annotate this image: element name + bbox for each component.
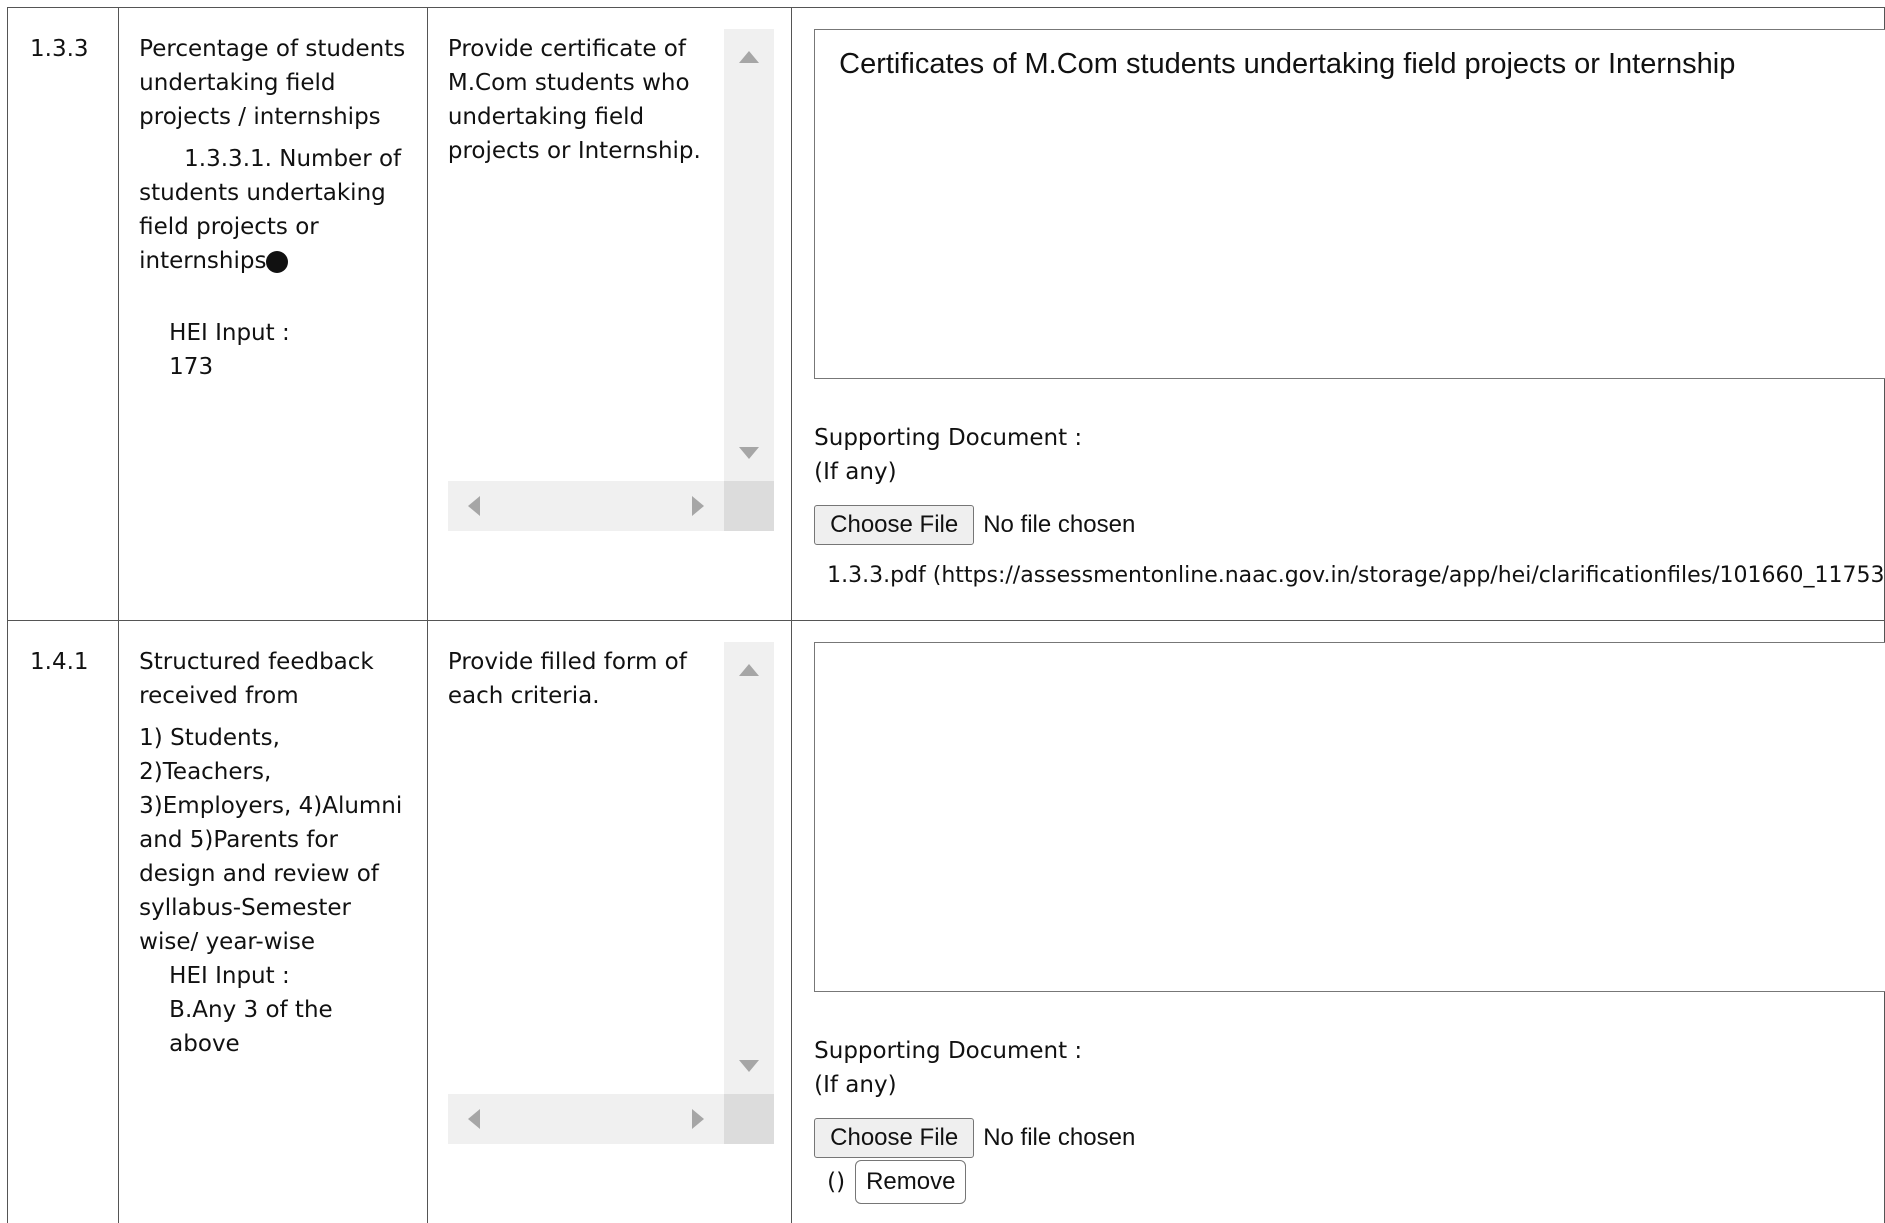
vertical-scrollbar[interactable] — [723, 642, 774, 1094]
instruction-cell: Provide filled form of each criteria. — [426, 620, 793, 1223]
supporting-document-hint: (If any) — [814, 1072, 897, 1098]
file-status: No file chosen — [983, 1124, 1136, 1151]
scrollbar-corner — [723, 481, 774, 531]
question-circle-icon[interactable]: ? — [266, 251, 321, 273]
scrollbar-corner — [723, 1094, 774, 1144]
scroll-down-arrow-icon[interactable] — [738, 447, 759, 459]
choose-file-button[interactable]: Choose File — [814, 1118, 975, 1158]
response-textarea[interactable] — [814, 642, 1885, 992]
scroll-right-arrow-icon[interactable] — [691, 496, 704, 516]
metric-code: 1.3.3 — [30, 36, 89, 62]
instruction-text: Provide filled form of each criteria. — [447, 649, 687, 709]
scroll-left-arrow-icon[interactable] — [467, 1109, 480, 1129]
horizontal-scrollbar[interactable] — [447, 1094, 724, 1144]
hei-input-value: B.Any 3 of the above — [169, 997, 333, 1057]
metrics-table: 1.3.3 Percentage of students undertaking… — [6, 7, 1885, 1223]
page: 1.3.3 Percentage of students undertaking… — [0, 0, 1885, 1223]
file-status: No file chosen — [983, 511, 1136, 538]
instruction-cell: Provide certificate of M.Com students wh… — [426, 7, 793, 621]
response-textarea[interactable]: Certificates of M.Com students undertaki… — [814, 29, 1885, 379]
scroll-left-arrow-icon[interactable] — [467, 496, 480, 516]
supporting-document-hint: (If any) — [814, 459, 897, 485]
metric-code: 1.4.1 — [30, 649, 89, 675]
table-row: 1.4.1 Structured feedback received from … — [6, 620, 1885, 1223]
hei-input-value: 173 — [169, 354, 214, 380]
hei-input-label: HEI Input : — [169, 963, 290, 989]
metric-code-cell: 1.4.1 — [6, 620, 120, 1223]
choose-file-button[interactable]: Choose File — [814, 505, 975, 545]
metric-title: Structured feedback received from — [139, 649, 374, 709]
uploaded-file-link[interactable]: 1.3.3.pdf (https://assessmentonline.naac… — [827, 559, 1885, 593]
instruction-textarea[interactable]: Provide filled form of each criteria. — [447, 642, 774, 1144]
metric-description-cell: Percentage of students undertaking field… — [118, 7, 428, 621]
supporting-document: Supporting Document : (If any) — [814, 1034, 1082, 1102]
hei-input-label: HEI Input : — [169, 320, 290, 346]
response-cell: Supporting Document : (If any) Choose Fi… — [791, 620, 1885, 1223]
response-cell: Certificates of M.Com students undertaki… — [791, 7, 1885, 621]
metric-title: Percentage of students undertaking field… — [139, 36, 406, 130]
metric-code-cell: 1.3.3 — [6, 7, 120, 621]
file-input[interactable]: Choose File No file chosen — [814, 505, 1135, 545]
scroll-up-arrow-icon[interactable] — [738, 664, 759, 676]
scroll-down-arrow-icon[interactable] — [738, 1060, 759, 1072]
sub-metric: 1.3.3.1. Number of students undertaking … — [139, 142, 409, 278]
vertical-scrollbar[interactable] — [723, 29, 774, 481]
file-input[interactable]: Choose File No file chosen — [814, 1118, 1135, 1158]
scroll-right-arrow-icon[interactable] — [691, 1109, 704, 1129]
supporting-document-label: Supporting Document : — [814, 425, 1083, 451]
hei-input: HEI Input : 173 — [169, 316, 349, 384]
metric-description-cell: Structured feedback received from 1) Stu… — [118, 620, 428, 1223]
instruction-textarea[interactable]: Provide certificate of M.Com students wh… — [447, 29, 774, 531]
metric-detail: 1) Students, 2)Teachers, 3)Employers, 4)… — [139, 725, 403, 955]
attached-file-name: () — [827, 1169, 846, 1195]
attached-file: () Remove — [827, 1160, 967, 1204]
instruction-text: Provide certificate of M.Com students wh… — [447, 36, 701, 164]
hei-input: HEI Input : B.Any 3 of the above — [169, 959, 349, 1061]
horizontal-scrollbar[interactable] — [447, 481, 724, 531]
remove-button[interactable]: Remove — [855, 1160, 967, 1204]
supporting-document: Supporting Document : (If any) — [814, 421, 1082, 489]
table-row: 1.3.3 Percentage of students undertaking… — [6, 7, 1885, 621]
supporting-document-label: Supporting Document : — [814, 1038, 1083, 1064]
scroll-up-arrow-icon[interactable] — [738, 51, 759, 63]
